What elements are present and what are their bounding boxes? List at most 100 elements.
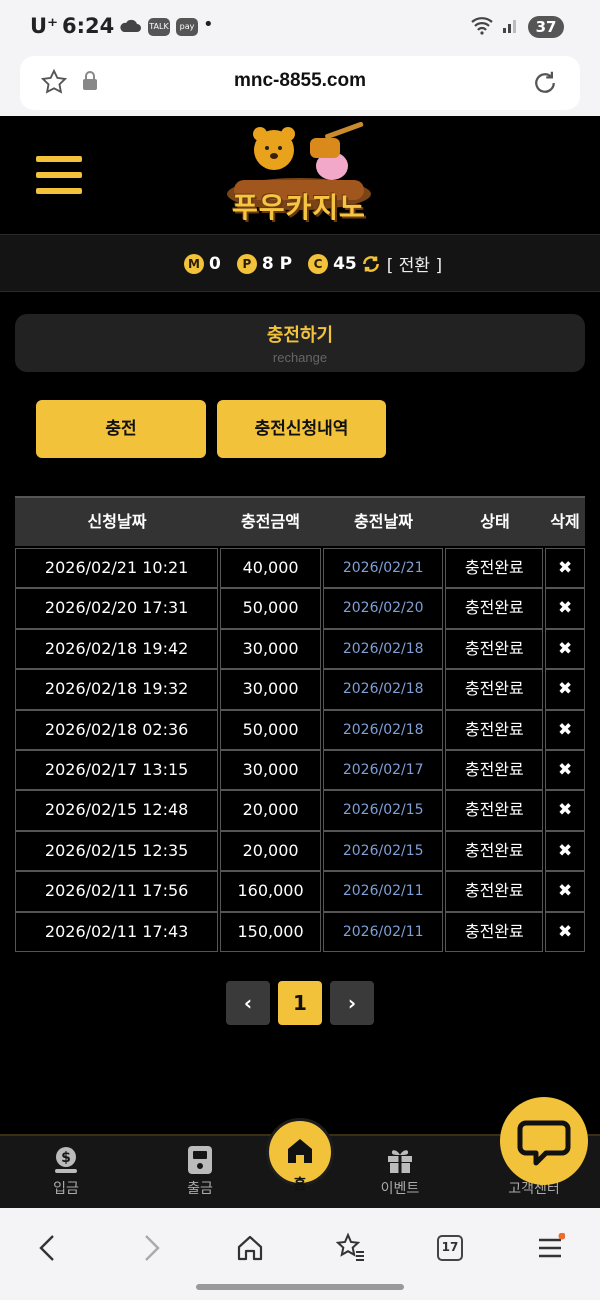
request-date-cell: 2026/02/20 17:31 xyxy=(15,588,219,629)
withdraw-icon xyxy=(160,1144,240,1176)
tab-count: 17 xyxy=(437,1235,463,1261)
site-logo[interactable]: 푸우카지노 xyxy=(214,121,384,230)
request-date-cell: 2026/02/17 13:15 xyxy=(15,749,219,791)
table-row: 2026/02/11 17:43 150,000 2026/02/11 충전완료 ✖ xyxy=(15,911,585,952)
status-time: 6:24 xyxy=(62,14,115,38)
delete-icon[interactable]: ✖ xyxy=(545,749,585,791)
bookmarks-icon[interactable] xyxy=(330,1228,370,1268)
status-cell: 충전완료 xyxy=(445,669,544,710)
point-balance: 8 P xyxy=(261,253,293,274)
amount-cell: 30,000 xyxy=(220,669,321,710)
charge-date-cell: 2026/02/15 xyxy=(322,790,444,831)
wifi-icon xyxy=(470,15,494,39)
nav-deposit[interactable]: $ 입금 xyxy=(26,1144,106,1198)
carrier-label: U⁺ xyxy=(30,14,59,38)
chat-support-button[interactable] xyxy=(500,1097,588,1185)
charge-history-button[interactable]: 충전신청내역 xyxy=(217,400,386,458)
table-header: 신청날짜 충전금액 충전날짜 상태 삭제 xyxy=(15,496,585,546)
charge-date-cell: 2026/02/15 xyxy=(322,830,444,872)
amount-cell: 50,000 xyxy=(220,588,321,629)
casino-coin-icon: C xyxy=(308,253,329,274)
cloud-icon xyxy=(118,16,142,38)
money-coin-icon: M xyxy=(184,253,204,274)
nav-withdraw[interactable]: 출금 xyxy=(160,1144,240,1198)
point-coin-icon: P xyxy=(236,253,257,274)
table-body: 2026/02/21 10:21 40,000 2026/02/21 충전완료 ✖ 202… xyxy=(15,548,585,952)
table-row: 2026/02/15 12:35 20,000 2026/02/15 충전완료 ✖ xyxy=(15,830,585,872)
amount-cell: 30,000 xyxy=(220,749,321,791)
page-title: 충전하기 xyxy=(266,325,334,346)
reload-icon[interactable] xyxy=(530,68,560,102)
table-row: 2026/02/17 13:15 30,000 2026/02/17 충전완료 ✖ xyxy=(15,749,585,791)
request-date-cell: 2026/02/21 10:21 xyxy=(15,548,219,589)
gift-icon xyxy=(360,1144,440,1176)
tabs-icon[interactable]: 17 xyxy=(430,1228,470,1268)
battery-indicator: 37 xyxy=(528,16,564,38)
delete-icon[interactable]: ✖ xyxy=(545,669,585,710)
logo-text: 푸우카지노 xyxy=(232,191,366,224)
delete-icon[interactable]: ✖ xyxy=(545,709,585,750)
delete-icon[interactable]: ✖ xyxy=(545,871,585,912)
notification-icons: TALK pay xyxy=(118,16,198,38)
status-bar: U⁺ 6:24 TALK pay • 37 xyxy=(0,0,600,56)
table-row: 2026/02/21 10:21 40,000 2026/02/21 충전완료 ✖ xyxy=(15,548,585,589)
delete-icon[interactable]: ✖ xyxy=(545,790,585,831)
delete-icon[interactable]: ✖ xyxy=(545,588,585,629)
charge-date-cell: 2026/02/18 xyxy=(322,628,444,670)
table-row: 2026/02/15 12:48 20,000 2026/02/15 충전완료 ✖ xyxy=(15,790,585,831)
amount-cell: 20,000 xyxy=(220,830,321,872)
forward-icon[interactable] xyxy=(131,1228,171,1268)
page-number-button[interactable]: 1 xyxy=(278,981,322,1025)
notification-dot: • xyxy=(203,14,214,35)
browser-menu-icon[interactable] xyxy=(530,1228,570,1268)
nav-event[interactable]: 이벤트 xyxy=(360,1144,440,1198)
charge-date-cell: 2026/02/18 xyxy=(322,669,444,710)
browser-url-bar: mnc-8855.com xyxy=(0,56,600,116)
browser-home-icon[interactable] xyxy=(230,1228,270,1268)
header-delete: 삭제 xyxy=(550,512,580,531)
nav-event-label: 이벤트 xyxy=(380,1181,420,1197)
delete-icon[interactable]: ✖ xyxy=(545,830,585,872)
next-page-button[interactable]: › xyxy=(330,981,374,1025)
request-date-cell: 2026/02/11 17:56 xyxy=(15,871,219,912)
switch-link[interactable]: [ 전환 ] xyxy=(387,251,442,276)
back-icon[interactable] xyxy=(28,1228,68,1268)
header-request-date: 신청날짜 xyxy=(87,512,147,531)
table-row: 2026/02/11 17:56 160,000 2026/02/11 충전완료 ✖ xyxy=(15,871,585,912)
request-date-cell: 2026/02/18 02:36 xyxy=(15,709,219,750)
status-cell: 충전완료 xyxy=(445,548,544,589)
status-cell: 충전완료 xyxy=(445,911,544,952)
header-status: 상태 xyxy=(480,512,510,531)
header-amount: 충전금액 xyxy=(241,512,300,531)
table-row: 2026/02/18 19:42 30,000 2026/02/18 충전완료 ✖ xyxy=(15,628,585,670)
delete-icon[interactable]: ✖ xyxy=(545,548,585,589)
status-cell: 충전완료 xyxy=(445,830,544,872)
prev-page-button[interactable]: ‹ xyxy=(226,981,270,1025)
home-icon xyxy=(288,1139,312,1163)
charge-date-cell: 2026/02/11 xyxy=(322,911,444,952)
nav-withdraw-label: 출금 xyxy=(187,1181,213,1197)
chat-bubble-icon xyxy=(517,1120,571,1166)
address-bar[interactable]: mnc-8855.com xyxy=(20,56,580,110)
charge-date-cell: 2026/02/17 xyxy=(322,749,444,791)
nav-home-label: 홈 xyxy=(293,1177,307,1193)
system-icons: 37 xyxy=(470,15,564,39)
charge-date-cell: 2026/02/18 xyxy=(322,709,444,750)
status-cell: 충전완료 xyxy=(445,588,544,629)
deposit-icon: $ xyxy=(26,1144,106,1176)
charge-history-table: 신청날짜 충전금액 충전날짜 상태 삭제 2026/02/21 10:21 40,… xyxy=(15,496,585,952)
site-header: 푸우카지노 xyxy=(0,116,600,234)
request-date-cell: 2026/02/15 12:35 xyxy=(15,830,219,872)
request-date-cell: 2026/02/18 19:42 xyxy=(15,628,219,670)
header-charge-date: 충전날짜 xyxy=(354,512,413,531)
delete-icon[interactable]: ✖ xyxy=(545,911,585,952)
delete-icon[interactable]: ✖ xyxy=(545,628,585,670)
refresh-icon[interactable] xyxy=(361,254,381,274)
url-text[interactable]: mnc-8855.com xyxy=(20,70,580,92)
charge-button[interactable]: 충전 xyxy=(36,400,206,458)
menu-hamburger-icon[interactable] xyxy=(36,156,82,194)
request-date-cell: 2026/02/15 12:48 xyxy=(15,790,219,831)
gesture-bar[interactable] xyxy=(196,1284,404,1290)
money-balance: 0 xyxy=(209,253,221,274)
status-cell: 충전완료 xyxy=(445,628,544,670)
